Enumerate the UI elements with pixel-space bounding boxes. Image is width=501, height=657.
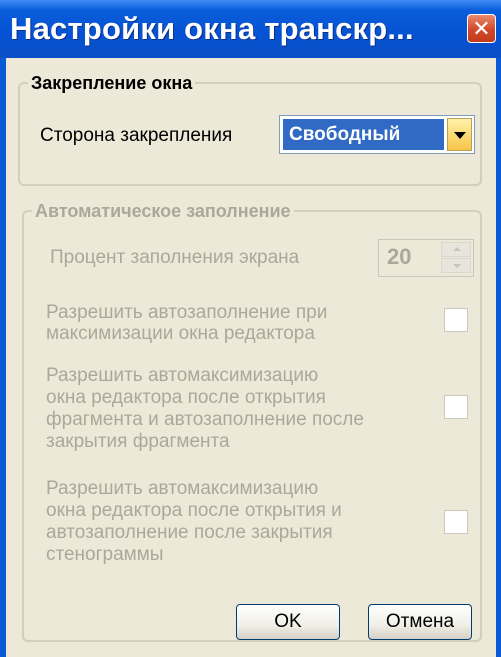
chevron-down-icon bbox=[454, 132, 466, 139]
close-icon: ✕ bbox=[472, 16, 491, 41]
fill-percent-value: 20 bbox=[387, 244, 412, 269]
docking-side-label: Сторона закрепления bbox=[40, 125, 233, 146]
docking-side-value: Свободный bbox=[282, 118, 445, 151]
option2-label-line1: Разрешить автомаксимизацию bbox=[46, 365, 319, 386]
arrow-up-icon bbox=[453, 247, 461, 251]
option3-label-line4: стенограммы bbox=[46, 544, 164, 565]
option1-label-line1: Разрешить автозаполнение при bbox=[46, 302, 328, 323]
window-title: Настройки окна транскр... bbox=[10, 11, 414, 46]
spin-up-button[interactable] bbox=[441, 242, 471, 257]
option3-checkbox[interactable] bbox=[444, 510, 468, 534]
docking-group-legend: Закрепление окна bbox=[28, 72, 196, 94]
title-bar[interactable]: Настройки окна транскр... ✕ bbox=[0, 0, 501, 58]
settings-dialog: Настройки окна транскр... ✕ Закрепление … bbox=[0, 0, 501, 657]
dropdown-arrow-button[interactable] bbox=[447, 118, 472, 151]
option2-label-line3: фрагмента и автозаполнение после bbox=[46, 409, 364, 430]
cancel-button[interactable]: Отмена bbox=[368, 604, 472, 640]
option1-label-line2: максимизации окна редактора bbox=[46, 323, 315, 344]
option3-label-line1: Разрешить автомаксимизацию bbox=[46, 478, 319, 499]
arrow-down-icon bbox=[453, 264, 461, 268]
autofill-group-legend: Автоматическое заполнение bbox=[32, 200, 294, 222]
fill-percent-spinner[interactable]: 20 bbox=[378, 239, 474, 277]
option2-label-line4: закрытия фрагмента bbox=[46, 431, 230, 452]
ok-button[interactable]: OK bbox=[236, 604, 340, 640]
fill-percent-label: Процент заполнения экрана bbox=[50, 247, 300, 268]
option1-checkbox[interactable] bbox=[444, 308, 468, 332]
spin-down-button[interactable] bbox=[441, 258, 471, 273]
spinner-buttons bbox=[441, 242, 471, 274]
option3-label-line2: окна редактора после открытия и bbox=[46, 500, 342, 521]
option2-label-line2: окна редактора после открытия bbox=[46, 387, 326, 408]
dialog-body: Закрепление окна Сторона закрепления Сво… bbox=[6, 58, 496, 657]
option3-label-line3: автозаполнение после закрытия bbox=[46, 522, 333, 543]
docking-side-dropdown[interactable]: Свободный bbox=[279, 115, 475, 154]
option2-checkbox[interactable] bbox=[444, 395, 468, 419]
close-button[interactable]: ✕ bbox=[467, 14, 496, 43]
